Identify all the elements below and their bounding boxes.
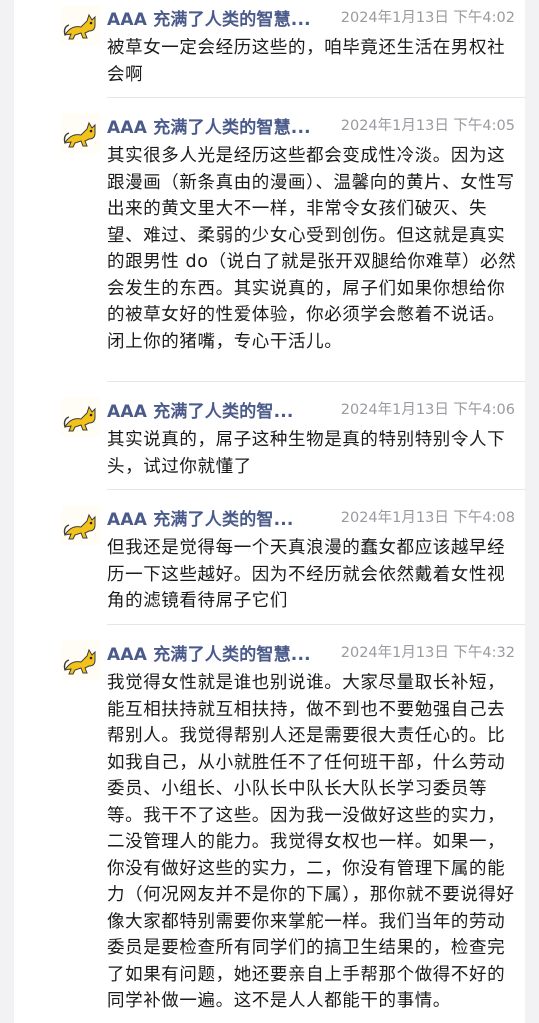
cat-avatar-icon <box>61 5 101 45</box>
timestamp: 2024年1月13日 下午4:32 <box>340 645 515 661</box>
avatar[interactable] <box>61 397 101 437</box>
message-text: 被草女一定会经历这些的，咱毕竟还生活在男权社会啊 <box>107 38 506 85</box>
left-margin <box>0 0 14 1023</box>
avatar[interactable] <box>61 113 101 153</box>
avatar[interactable] <box>61 505 101 545</box>
message-text: 其实说真的，屌子这种生物是真的特别特别令人下头，试过你就懂了 <box>107 430 506 477</box>
timestamp: 2024年1月13日 下午4:08 <box>340 510 515 526</box>
cat-avatar-icon <box>61 397 101 437</box>
timestamp: 2024年1月13日 下午4:02 <box>340 10 515 26</box>
author-name[interactable]: AAA 充满了人类的智慧... <box>107 640 332 665</box>
divider <box>107 381 525 382</box>
divider <box>107 489 525 490</box>
timestamp: 2024年1月13日 下午4:06 <box>340 402 515 418</box>
timestamp: 2024年1月13日 下午4:05 <box>340 118 515 134</box>
author-name[interactable]: AAA 充满了人类的智慧... <box>107 113 332 138</box>
cat-avatar-icon <box>61 113 101 153</box>
right-margin <box>525 0 539 1023</box>
divider <box>107 97 525 98</box>
message-text: 其实很多人光是经历这些都会变成性冷淡。因为这跟漫画（新条真由的漫画）、温馨向的黄… <box>107 146 517 352</box>
cat-avatar-icon <box>61 640 101 680</box>
divider <box>107 624 525 625</box>
comment-feed[interactable]: AAA 充满了人类的智慧... 2024年1月13日 下午4:02 被草女一定会… <box>14 0 525 1023</box>
message-text: 我觉得女性就是谁也别说谁。大家尽量取长补短，能互相扶持就互相扶持，做不到也不要勉… <box>107 673 515 1011</box>
avatar[interactable] <box>61 640 101 680</box>
author-name[interactable]: AAA 充满了人类的智慧... <box>107 5 332 30</box>
message-text: 但我还是觉得每一个天真浪漫的蠢女都应该越早经历一下这些越好。因为不经历就会依然戴… <box>107 538 506 611</box>
author-name[interactable]: AAA 充满了人类的智... <box>107 397 317 422</box>
cat-avatar-icon <box>61 505 101 545</box>
avatar[interactable] <box>61 5 101 45</box>
author-name[interactable]: AAA 充满了人类的智... <box>107 505 317 530</box>
